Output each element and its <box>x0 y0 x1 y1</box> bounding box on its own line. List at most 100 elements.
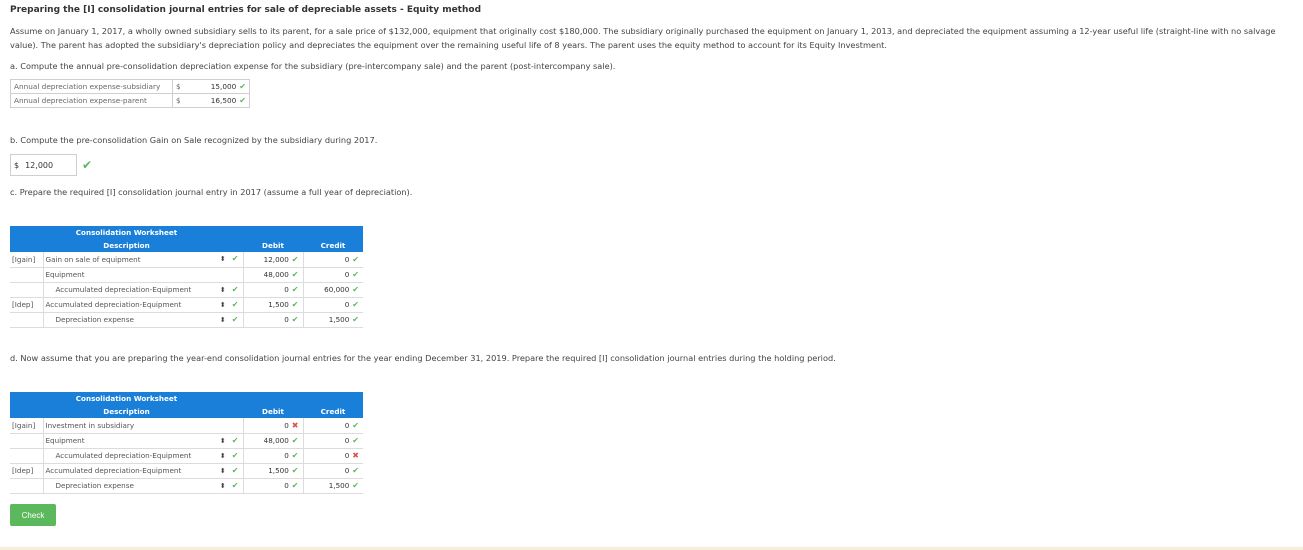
correct-check-icon: ✔ <box>291 254 299 264</box>
account-select[interactable]: Accumulated depreciation-Equipment ⬍ ✔ <box>43 463 244 479</box>
debit-input[interactable]: 0 ✔ <box>243 448 304 464</box>
answer-row: Annual depreciation expense-parent $16,50… <box>10 93 250 108</box>
value: 16,500 <box>210 96 237 105</box>
account-select[interactable]: Accumulated depreciation-Equipment ⬍ ✔ <box>43 297 244 313</box>
correct-check-icon: ✔ <box>352 300 359 309</box>
debit-value: 48,000 <box>263 436 289 445</box>
account-select[interactable]: Accumulated depreciation-Equipment ⬍ ✔ <box>43 448 244 464</box>
correct-check-icon: ✔ <box>231 480 239 490</box>
dropdown-control[interactable]: ⬍ ✔ <box>220 481 239 490</box>
dropdown-control[interactable]: ⬍ ✔ <box>220 451 239 460</box>
account-select[interactable]: Gain on sale of equipment ⬍ ✔ <box>43 252 244 268</box>
credit-input[interactable]: 0 ✔ <box>303 267 363 283</box>
check-button[interactable]: Check <box>10 504 56 526</box>
debit-input[interactable]: 1,500 ✔ <box>243 297 304 313</box>
updown-arrow-icon: ⬍ <box>219 451 226 460</box>
correct-check-icon: ✔ <box>291 285 299 294</box>
debit-value: 0 <box>284 420 289 430</box>
currency-sign: $ <box>176 82 181 91</box>
credit-value: 1,500 <box>328 315 350 324</box>
correct-check-icon: ✔ <box>352 466 359 475</box>
credit-value: 0 <box>344 420 350 430</box>
description-header: Description <box>10 405 243 418</box>
debit-input[interactable]: 48,000 ✔ <box>243 433 304 449</box>
entry-code: [Igain] <box>12 420 36 430</box>
account-name: Accumulated depreciation-Equipment <box>45 300 182 309</box>
credit-value: 0 <box>344 270 350 279</box>
depreciation-input[interactable]: 16,500 ✔ <box>185 93 250 108</box>
incorrect-x-icon: ✖ <box>352 451 359 460</box>
dropdown-control[interactable]: ⬍ ✔ <box>220 300 239 309</box>
debit-value: 1,500 <box>268 466 289 475</box>
account-select[interactable]: Equipment ⬍ ✔ <box>43 433 244 449</box>
credit-header: Credit <box>303 239 363 252</box>
entry-code: [Idep] <box>12 300 34 309</box>
credit-input[interactable]: 0 ✔ <box>303 418 363 434</box>
account-select[interactable]: Depreciation expense ⬍ ✔ <box>43 478 244 494</box>
credit-input[interactable]: 1,500 ✔ <box>303 478 363 494</box>
account-name: Investment in subsidiary <box>45 420 135 430</box>
account-name: Accumulated depreciation-Equipment <box>55 285 192 294</box>
account-select[interactable]: Investment in subsidiary <box>43 418 244 434</box>
journal-row: [Idep] Accumulated depreciation-Equipment… <box>10 297 363 313</box>
debit-value: 0 <box>284 481 289 490</box>
dropdown-control[interactable]: ⬍ ✔ <box>220 285 239 294</box>
credit-value: 0 <box>344 300 350 309</box>
question-c: c. Prepare the required [I] consolidatio… <box>10 187 413 197</box>
credit-input[interactable]: 60,000 ✔ <box>303 282 363 298</box>
gain-on-sale-input[interactable]: $ 12,000 <box>10 154 77 176</box>
updown-arrow-icon: ⬍ <box>219 466 226 475</box>
correct-check-icon: ✔ <box>291 451 299 460</box>
credit-input[interactable]: 0 ✔ <box>303 252 363 268</box>
debit-value: 0 <box>284 451 289 460</box>
debit-input[interactable]: 0 ✖ <box>243 418 304 434</box>
debit-input[interactable]: 48,000 ✔ <box>243 267 304 283</box>
debit-input[interactable]: 1,500 ✔ <box>243 463 304 479</box>
debit-input[interactable]: 12,000 ✔ <box>243 252 304 268</box>
debit-input[interactable]: 0 ✔ <box>243 282 304 298</box>
account-select[interactable]: Accumulated depreciation-Equipment ⬍ ✔ <box>43 282 244 298</box>
credit-value: 0 <box>344 436 350 445</box>
credit-input[interactable]: 0 ✔ <box>303 297 363 313</box>
debit-input[interactable]: 0 ✔ <box>243 312 304 328</box>
account-select[interactable]: Equipment <box>43 267 244 283</box>
correct-check-icon: ✔ <box>239 96 246 105</box>
debit-input[interactable]: 0 ✔ <box>243 478 304 494</box>
correct-check-icon: ✔ <box>231 450 239 460</box>
worksheet-part-c: Consolidation Worksheet Description Debi… <box>10 226 363 328</box>
description-header: Description <box>10 239 243 252</box>
credit-input[interactable]: 0 ✔ <box>303 433 363 449</box>
depreciation-input[interactable]: 15,000 ✔ <box>185 79 250 94</box>
account-name: Equipment <box>45 270 85 279</box>
journal-row: [Igain] Investment in subsidiary 0 ✖ 0 ✔ <box>10 418 363 434</box>
correct-check-icon: ✔ <box>291 300 299 309</box>
correct-check-icon: ✔ <box>291 481 299 490</box>
gain-value: 12,000 <box>25 160 54 170</box>
page-title: Preparing the [I] consolidation journal … <box>10 5 482 15</box>
dropdown-control[interactable]: ⬍ ✔ <box>220 315 239 324</box>
journal-row: Equipment 48,000 ✔ 0 ✔ <box>10 267 363 283</box>
debit-value: 0 <box>284 315 289 324</box>
dropdown-control[interactable]: ⬍ ✔ <box>220 254 239 263</box>
credit-input[interactable]: 0 ✖ <box>303 448 363 464</box>
dropdown-control[interactable]: ⬍ ✔ <box>220 466 239 475</box>
account-name: Equipment <box>45 436 85 445</box>
updown-arrow-icon: ⬍ <box>219 255 226 263</box>
updown-arrow-icon: ⬍ <box>219 300 226 309</box>
account-select[interactable]: Depreciation expense ⬍ ✔ <box>43 312 244 328</box>
debit-header: Debit <box>243 405 303 418</box>
credit-input[interactable]: 0 ✔ <box>303 463 363 479</box>
dropdown-control[interactable]: ⬍ ✔ <box>220 436 239 445</box>
question-d: d. Now assume that you are preparing the… <box>10 353 836 363</box>
correct-check-icon: ✔ <box>231 314 239 324</box>
correct-check-icon: ✔ <box>231 435 239 445</box>
incorrect-x-icon: ✖ <box>291 420 299 430</box>
updown-arrow-icon: ⬍ <box>219 436 226 445</box>
account-name: Accumulated depreciation-Equipment <box>45 466 182 475</box>
correct-check-icon: ✔ <box>82 158 93 172</box>
entry-code: [Idep] <box>12 466 34 475</box>
credit-input[interactable]: 1,500 ✔ <box>303 312 363 328</box>
worksheet-title: Consolidation Worksheet <box>10 226 243 239</box>
debit-value: 0 <box>284 285 289 294</box>
updown-arrow-icon: ⬍ <box>219 285 226 294</box>
